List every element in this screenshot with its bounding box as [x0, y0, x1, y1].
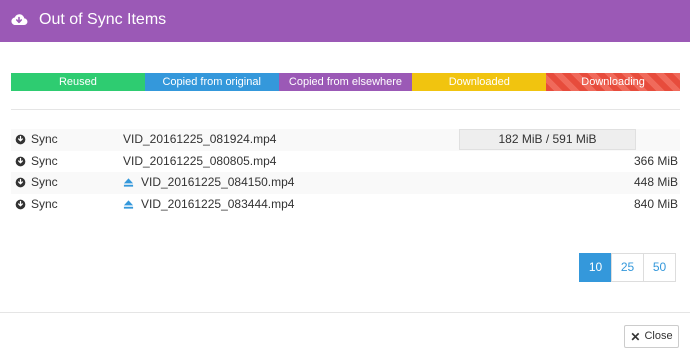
- file-name-label: VID_20161225_081924.mp4: [123, 132, 277, 146]
- download-circle-icon: [15, 199, 26, 210]
- file-name-label: VID_20161225_080805.mp4: [123, 153, 277, 168]
- file-size: 448 MiB: [633, 175, 678, 189]
- table-row: Sync VID_20161225_080805.mp4 366 MiB: [11, 151, 680, 173]
- divider: [11, 109, 680, 110]
- file-name: VID_20161225_081924.mp4: [123, 129, 276, 151]
- table-row: Sync VID_20161225_083444.mp4 840 MiB: [11, 194, 680, 216]
- progress-label: 182 MiB / 591 MiB: [498, 132, 597, 146]
- page-size-10-button[interactable]: 10: [579, 253, 612, 282]
- dialog-title: Out of Sync Items: [39, 11, 167, 28]
- table-row: Sync VID_20161225_084150.mp4 448 MiB: [11, 172, 680, 194]
- file-name: VID_20161225_083444.mp4: [123, 194, 294, 216]
- download-circle-icon: [15, 156, 26, 167]
- cloud-download-icon: [11, 14, 28, 26]
- file-name: VID_20161225_080805.mp4: [123, 151, 276, 173]
- sync-button[interactable]: Sync: [15, 172, 58, 194]
- download-circle-icon: [15, 134, 26, 145]
- page-size-pager: 10 25 50: [579, 253, 676, 282]
- legend-downloaded: Downloaded: [412, 73, 547, 91]
- status-legend: Reused Copied from original Copied from …: [11, 73, 680, 91]
- file-name-label: VID_20161225_084150.mp4: [141, 175, 295, 189]
- sync-label: Sync: [31, 196, 58, 211]
- close-label: Close: [644, 330, 673, 342]
- sync-button[interactable]: Sync: [15, 129, 58, 151]
- table-row: Sync VID_20161225_081924.mp4 182 MiB / 5…: [11, 129, 680, 151]
- out-of-sync-table: Sync VID_20161225_081924.mp4 182 MiB / 5…: [11, 129, 680, 215]
- close-button[interactable]: ✕ Close: [624, 325, 679, 348]
- sync-label: Sync: [31, 153, 58, 168]
- eject-icon: [123, 178, 134, 187]
- legend-downloading: Downloading: [546, 73, 680, 91]
- file-name-label: VID_20161225_083444.mp4: [141, 196, 295, 211]
- sync-button[interactable]: Sync: [15, 194, 58, 216]
- close-icon: ✕: [630, 329, 641, 344]
- legend-copied-from-elsewhere: Copied from elsewhere: [278, 73, 413, 91]
- page-size-25-button[interactable]: 25: [611, 253, 644, 282]
- file-size: 840 MiB: [633, 196, 678, 211]
- file-name: VID_20161225_084150.mp4: [123, 172, 294, 194]
- file-size: 366 MiB: [633, 153, 678, 168]
- eject-icon: [123, 200, 134, 209]
- sync-button[interactable]: Sync: [15, 151, 58, 173]
- sync-label: Sync: [31, 175, 58, 189]
- download-progress: 182 MiB / 591 MiB: [459, 129, 636, 150]
- legend-reused: Reused: [11, 73, 145, 91]
- sync-label: Sync: [31, 132, 58, 146]
- legend-copied-from-original: Copied from original: [144, 73, 279, 91]
- download-circle-icon: [15, 177, 26, 188]
- dialog-header: Out of Sync Items: [0, 0, 690, 42]
- page-size-50-button[interactable]: 50: [643, 253, 676, 282]
- footer-divider: [0, 312, 690, 313]
